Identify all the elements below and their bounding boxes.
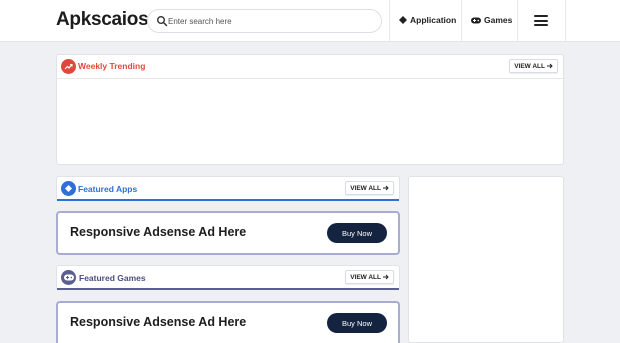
featured-apps-header: Featured Apps VIEW ALL [56, 176, 400, 201]
search-bar[interactable] [147, 9, 382, 33]
nav-item-games[interactable]: Games [471, 15, 512, 25]
buy-now-button[interactable]: Buy Now [327, 313, 387, 333]
view-all-button[interactable]: VIEW ALL [509, 59, 558, 73]
section-accent-line [57, 288, 399, 290]
section-header: Weekly Trending VIEW ALL [57, 55, 563, 79]
arrow-icon [383, 274, 389, 280]
nav-item-label: Games [484, 15, 513, 25]
ad-banner: Responsive Adsense Ad Here Buy Now [56, 301, 400, 343]
ad-banner: Responsive Adsense Ad Here Buy Now [56, 211, 400, 255]
hamburger-menu-icon[interactable] [534, 15, 548, 26]
buy-now-button[interactable]: Buy Now [327, 223, 387, 243]
view-all-label: VIEW ALL [350, 273, 381, 281]
nav-item-application[interactable]: Application [399, 15, 456, 25]
section-title: Weekly Trending [78, 61, 146, 71]
arrow-icon [547, 63, 553, 69]
gamepad-icon [471, 17, 481, 23]
search-input[interactable] [168, 13, 373, 29]
section-title: Featured Apps [78, 184, 138, 194]
site-header: Apkscaios Application Games [0, 0, 620, 42]
nav-divider [461, 0, 462, 42]
site-logo[interactable]: Apkscaios [56, 9, 149, 31]
view-all-button[interactable]: VIEW ALL [345, 270, 394, 284]
search-icon [157, 16, 168, 27]
arrow-icon [383, 185, 389, 191]
section-accent-line [57, 199, 399, 201]
nav-divider [565, 0, 566, 42]
sidebar-panel [408, 176, 564, 343]
featured-games-header: Featured Games VIEW ALL [56, 265, 400, 290]
weekly-trending-section: Weekly Trending VIEW ALL [56, 54, 564, 165]
ad-title: Responsive Adsense Ad Here [70, 225, 247, 239]
section-title: Featured Games [79, 273, 146, 283]
nav-item-label: Application [410, 15, 457, 25]
view-all-label: VIEW ALL [350, 184, 381, 192]
nav-divider [389, 0, 390, 42]
view-all-label: VIEW ALL [514, 62, 545, 70]
nav-divider [517, 0, 518, 42]
view-all-button[interactable]: VIEW ALL [345, 181, 394, 195]
gamepad-icon [61, 270, 76, 285]
trending-icon [61, 59, 76, 74]
ad-title: Responsive Adsense Ad Here [70, 315, 247, 329]
apps-icon [61, 181, 76, 196]
diamond-icon [399, 16, 407, 24]
